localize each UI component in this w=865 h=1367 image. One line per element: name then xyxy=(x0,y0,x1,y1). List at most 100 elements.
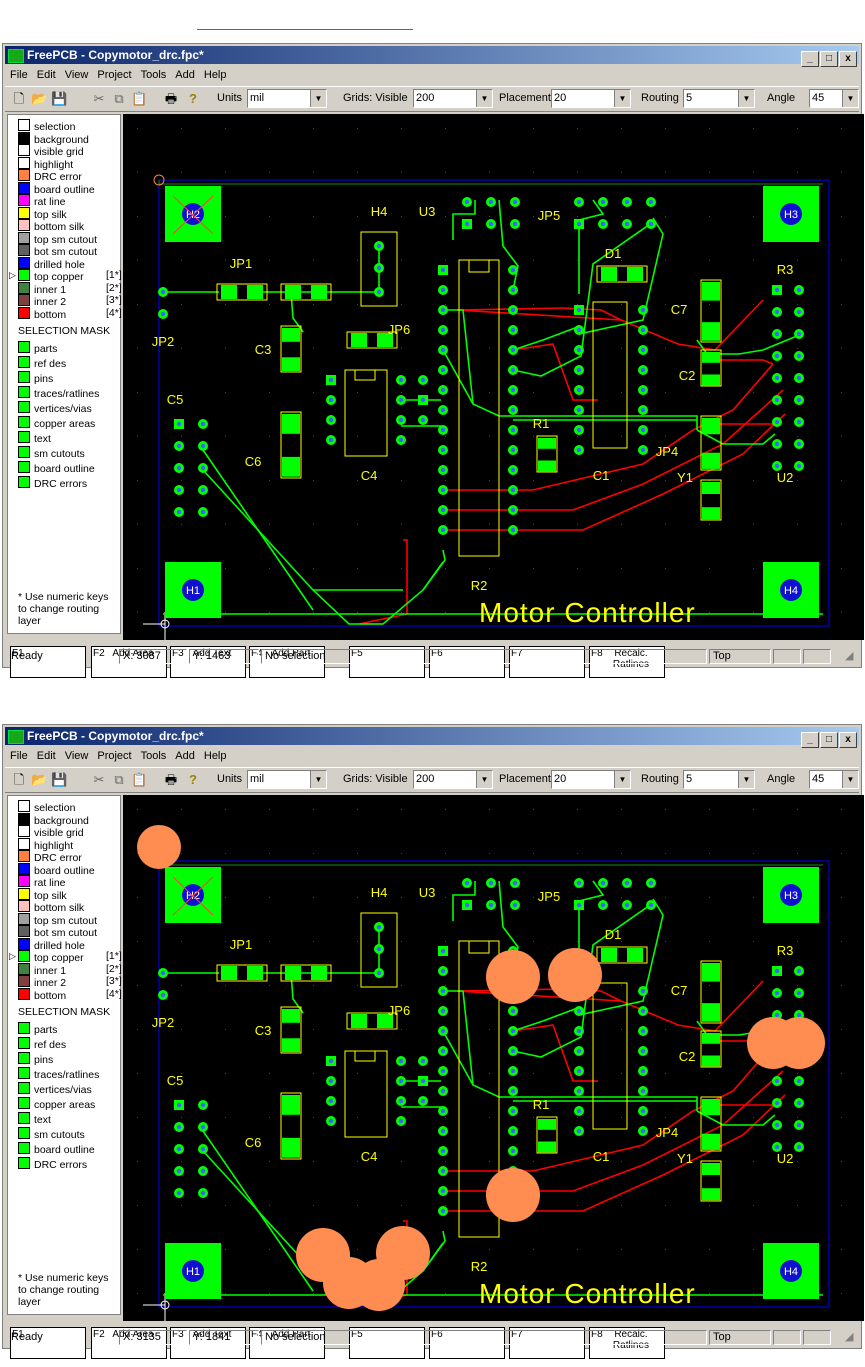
angle-select[interactable]: 45 ▼ xyxy=(809,770,859,789)
mask-toggle[interactable] xyxy=(18,341,30,353)
layer-color-swatch[interactable] xyxy=(18,812,30,825)
layer-color-swatch[interactable] xyxy=(18,119,30,131)
mask-toggle[interactable] xyxy=(18,416,30,428)
layer-color-swatch[interactable] xyxy=(18,825,30,837)
layer-color-swatch[interactable] xyxy=(18,912,30,925)
mask-item-ref-des[interactable]: ref des xyxy=(18,356,66,370)
layer-color-swatch[interactable] xyxy=(18,181,30,194)
mask-toggle[interactable] xyxy=(18,401,30,413)
layer-color-swatch[interactable] xyxy=(18,194,30,206)
menu-file[interactable]: File xyxy=(10,69,28,81)
menu-project[interactable]: Project xyxy=(97,69,131,81)
mask-item-sm-cutouts[interactable]: sm cutouts xyxy=(18,1127,85,1141)
layer-color-swatch[interactable] xyxy=(18,219,30,231)
layer-color-swatch[interactable] xyxy=(18,231,30,244)
new-icon[interactable]: 🗋 xyxy=(11,772,27,788)
layer-color-swatch[interactable] xyxy=(18,862,30,875)
mask-toggle[interactable] xyxy=(18,1142,30,1154)
copy-icon[interactable]: ⧉ xyxy=(111,772,127,788)
layer-color-swatch[interactable] xyxy=(18,169,30,181)
layer-color-swatch[interactable] xyxy=(18,244,30,256)
layer-color-swatch[interactable] xyxy=(18,962,30,975)
close-button[interactable]: x xyxy=(839,51,857,67)
mask-item-DRC-errors[interactable]: DRC errors xyxy=(18,1157,87,1171)
minimize-button[interactable]: _ xyxy=(801,51,819,67)
close-button[interactable]: x xyxy=(839,732,857,748)
mask-item-vertices-vias[interactable]: vertices/vias xyxy=(18,1082,92,1096)
layer-color-swatch[interactable] xyxy=(18,294,30,306)
mask-toggle[interactable] xyxy=(18,476,30,488)
menu-add[interactable]: Add xyxy=(175,69,195,81)
cut-icon[interactable]: ✂ xyxy=(91,772,107,788)
mask-item-parts[interactable]: parts xyxy=(18,341,57,355)
pcb-canvas[interactable]: H2H3H1H4H4U3JP5JP1D1R3C7JP2C3JP6C2C5R1JP… xyxy=(123,114,864,640)
paste-icon[interactable]: 📋 xyxy=(131,91,147,107)
mask-item-ref-des[interactable]: ref des xyxy=(18,1037,66,1051)
mask-toggle[interactable] xyxy=(18,1097,30,1109)
save-icon[interactable]: 💾 xyxy=(51,91,67,107)
chevron-down-icon[interactable]: ▼ xyxy=(310,771,326,788)
mask-toggle[interactable] xyxy=(18,1127,30,1139)
menu-tools[interactable]: Tools xyxy=(141,750,167,762)
chevron-down-icon[interactable]: ▼ xyxy=(842,90,858,107)
mask-item-vertices-vias[interactable]: vertices/vias xyxy=(18,401,92,415)
layer-color-swatch[interactable] xyxy=(18,900,30,912)
help-icon[interactable]: ? xyxy=(185,772,201,788)
mask-item-text[interactable]: text xyxy=(18,1112,51,1126)
layer-color-swatch[interactable] xyxy=(18,925,30,937)
open-icon[interactable]: 📂 xyxy=(31,772,47,788)
open-icon[interactable]: 📂 xyxy=(31,91,47,107)
mask-toggle[interactable] xyxy=(18,1022,30,1034)
layer-color-swatch[interactable] xyxy=(18,131,30,144)
menu-project[interactable]: Project xyxy=(97,750,131,762)
cut-icon[interactable]: ✂ xyxy=(91,91,107,107)
mask-item-board-outline[interactable]: board outline xyxy=(18,1142,95,1156)
mask-toggle[interactable] xyxy=(18,461,30,473)
menu-edit[interactable]: Edit xyxy=(37,750,56,762)
layer-color-swatch[interactable] xyxy=(18,256,30,269)
layer-color-swatch[interactable] xyxy=(18,950,30,962)
menu-help[interactable]: Help xyxy=(204,750,227,762)
mask-item-traces-ratlines[interactable]: traces/ratlines xyxy=(18,386,99,400)
mask-toggle[interactable] xyxy=(18,371,30,383)
save-icon[interactable]: 💾 xyxy=(51,772,67,788)
chevron-down-icon[interactable]: ▼ xyxy=(310,90,326,107)
layer-color-swatch[interactable] xyxy=(18,206,30,219)
chevron-down-icon[interactable]: ▼ xyxy=(738,771,754,788)
menu-view[interactable]: View xyxy=(65,750,89,762)
layer-color-swatch[interactable] xyxy=(18,281,30,294)
mask-toggle[interactable] xyxy=(18,1052,30,1064)
chevron-down-icon[interactable]: ▼ xyxy=(476,90,492,107)
copy-icon[interactable]: ⧉ xyxy=(111,91,127,107)
menu-add[interactable]: Add xyxy=(175,750,195,762)
grids-select[interactable]: 200 ▼ xyxy=(413,770,493,789)
angle-select[interactable]: 45 ▼ xyxy=(809,89,859,108)
mask-toggle[interactable] xyxy=(18,356,30,368)
mask-item-sm-cutouts[interactable]: sm cutouts xyxy=(18,446,85,460)
layer-color-swatch[interactable] xyxy=(18,306,30,319)
placement-select[interactable]: 20 ▼ xyxy=(551,770,631,789)
print-icon[interactable]: 🖶 xyxy=(163,772,179,788)
mask-item-parts[interactable]: parts xyxy=(18,1022,57,1036)
chevron-down-icon[interactable]: ▼ xyxy=(842,771,858,788)
units-select[interactable]: mil ▼ xyxy=(247,89,327,108)
layer-color-swatch[interactable] xyxy=(18,269,30,281)
chevron-down-icon[interactable]: ▼ xyxy=(614,90,630,107)
mask-toggle[interactable] xyxy=(18,1037,30,1049)
maximize-button[interactable]: □ xyxy=(820,732,838,748)
layer-color-swatch[interactable] xyxy=(18,875,30,887)
routing-select[interactable]: 5 ▼ xyxy=(683,770,755,789)
layer-color-swatch[interactable] xyxy=(18,975,30,987)
mask-toggle[interactable] xyxy=(18,431,30,443)
help-icon[interactable]: ? xyxy=(185,91,201,107)
mask-item-traces-ratlines[interactable]: traces/ratlines xyxy=(18,1067,99,1081)
layer-color-swatch[interactable] xyxy=(18,887,30,900)
chevron-down-icon[interactable]: ▼ xyxy=(738,90,754,107)
placement-select[interactable]: 20 ▼ xyxy=(551,89,631,108)
resize-grip-icon[interactable]: ◢ xyxy=(841,1330,861,1345)
print-icon[interactable]: 🖶 xyxy=(163,91,179,107)
menu-file[interactable]: File xyxy=(10,750,28,762)
legend-layer-bottom[interactable]: bottom [4*] xyxy=(18,987,122,1002)
layer-color-swatch[interactable] xyxy=(18,987,30,1000)
mask-toggle[interactable] xyxy=(18,1067,30,1079)
